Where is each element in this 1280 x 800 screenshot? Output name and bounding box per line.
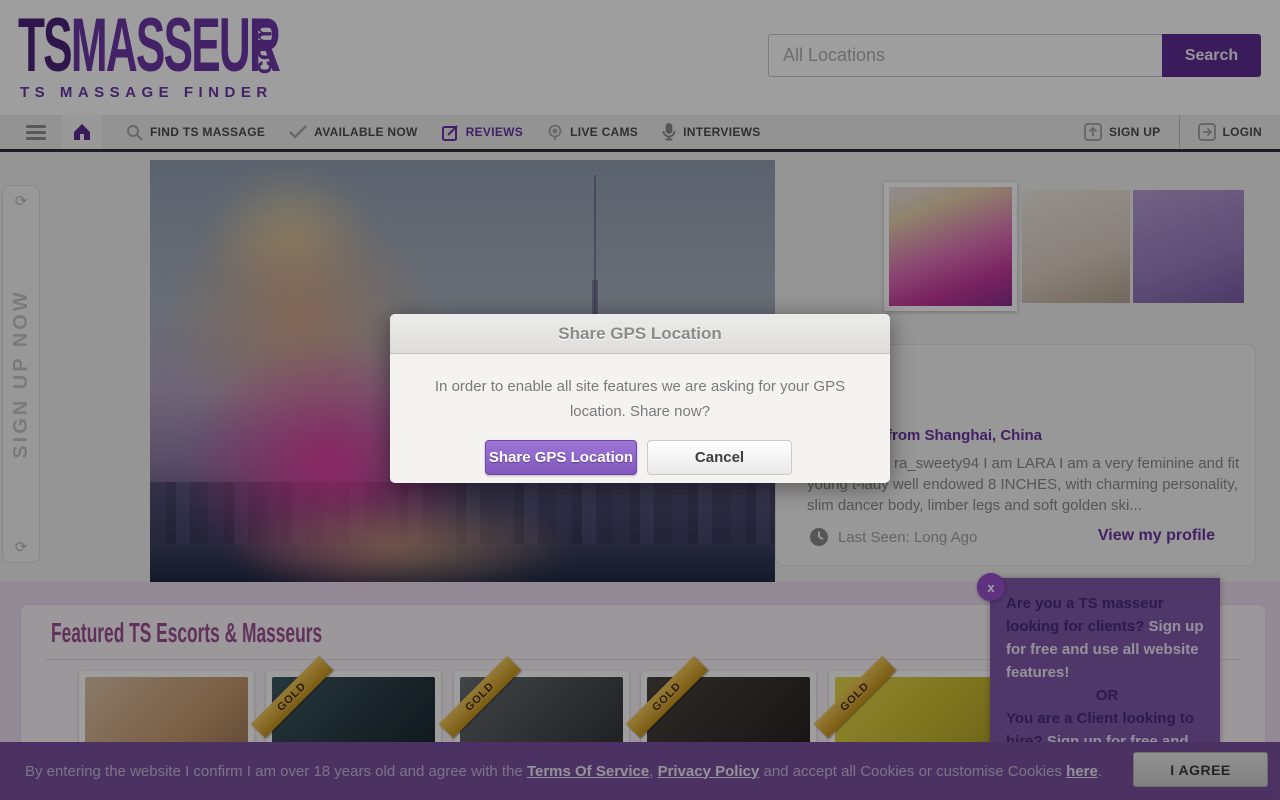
share-gps-modal: Share GPS Location In order to enable al… — [390, 314, 890, 483]
modal-body-text: In order to enable all site features we … — [390, 354, 890, 424]
cancel-button[interactable]: Cancel — [647, 440, 792, 475]
share-gps-confirm-button[interactable]: Share GPS Location — [485, 440, 637, 475]
modal-title: Share GPS Location — [390, 314, 890, 354]
page: TSMASSEUR com TS MASSAGE FINDER Search F… — [0, 0, 1280, 800]
